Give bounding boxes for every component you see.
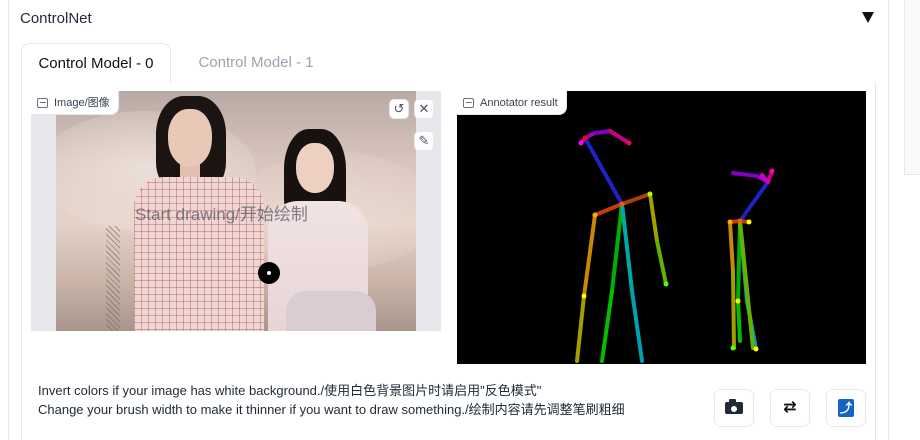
openpose-skeleton (575, 129, 775, 363)
upload-button[interactable]: ⤴ (826, 389, 866, 427)
annotator-result-image (457, 91, 866, 364)
image-icon (37, 97, 48, 108)
help-notes: Invert colors if your image has white ba… (38, 381, 625, 419)
model-tabs: Control Model - 0 Control Model - 1 (21, 43, 876, 83)
annotator-result-label: Annotator result (457, 91, 567, 115)
image-icon (463, 97, 474, 108)
swap-icon: ⇄ (783, 399, 797, 416)
image-input-canvas[interactable]: Start drawing/开始绘制 (31, 91, 441, 331)
brush-cursor-icon (258, 262, 280, 284)
photo-person-2-face (296, 143, 334, 193)
collapse-caret-icon[interactable] (862, 12, 874, 23)
image-input-label: Image/图像 (31, 91, 119, 115)
photo-tower (106, 226, 120, 331)
webcam-button[interactable] (714, 389, 754, 427)
image-input-label-text: Image/图像 (54, 96, 110, 109)
side-panel-edge (904, 0, 920, 175)
camera-icon (725, 399, 743, 414)
tab-control-model-0[interactable]: Control Model - 0 (21, 43, 171, 83)
close-icon[interactable]: ✕ (414, 99, 434, 119)
note-brush-width: Change your brush width to make it thinn… (38, 402, 625, 417)
undo-icon[interactable]: ↺ (389, 99, 409, 119)
accordion-title: ControlNet (20, 10, 92, 27)
annotator-result-label-text: Annotator result (480, 96, 558, 109)
photo-person-2-skirt (286, 291, 376, 331)
tab-control-model-1[interactable]: Control Model - 1 (173, 43, 339, 83)
note-invert-colors: Invert colors if your image has white ba… (38, 383, 542, 398)
upload-icon: ⤴ (838, 399, 854, 417)
photo-person-1-face (168, 109, 212, 167)
canvas-hint: Start drawing/开始绘制 (135, 205, 308, 224)
swap-button[interactable]: ⇄ (770, 389, 810, 427)
brush-icon[interactable]: ✎ (414, 131, 434, 151)
controlnet-accordion-header[interactable]: ControlNet (20, 8, 880, 32)
